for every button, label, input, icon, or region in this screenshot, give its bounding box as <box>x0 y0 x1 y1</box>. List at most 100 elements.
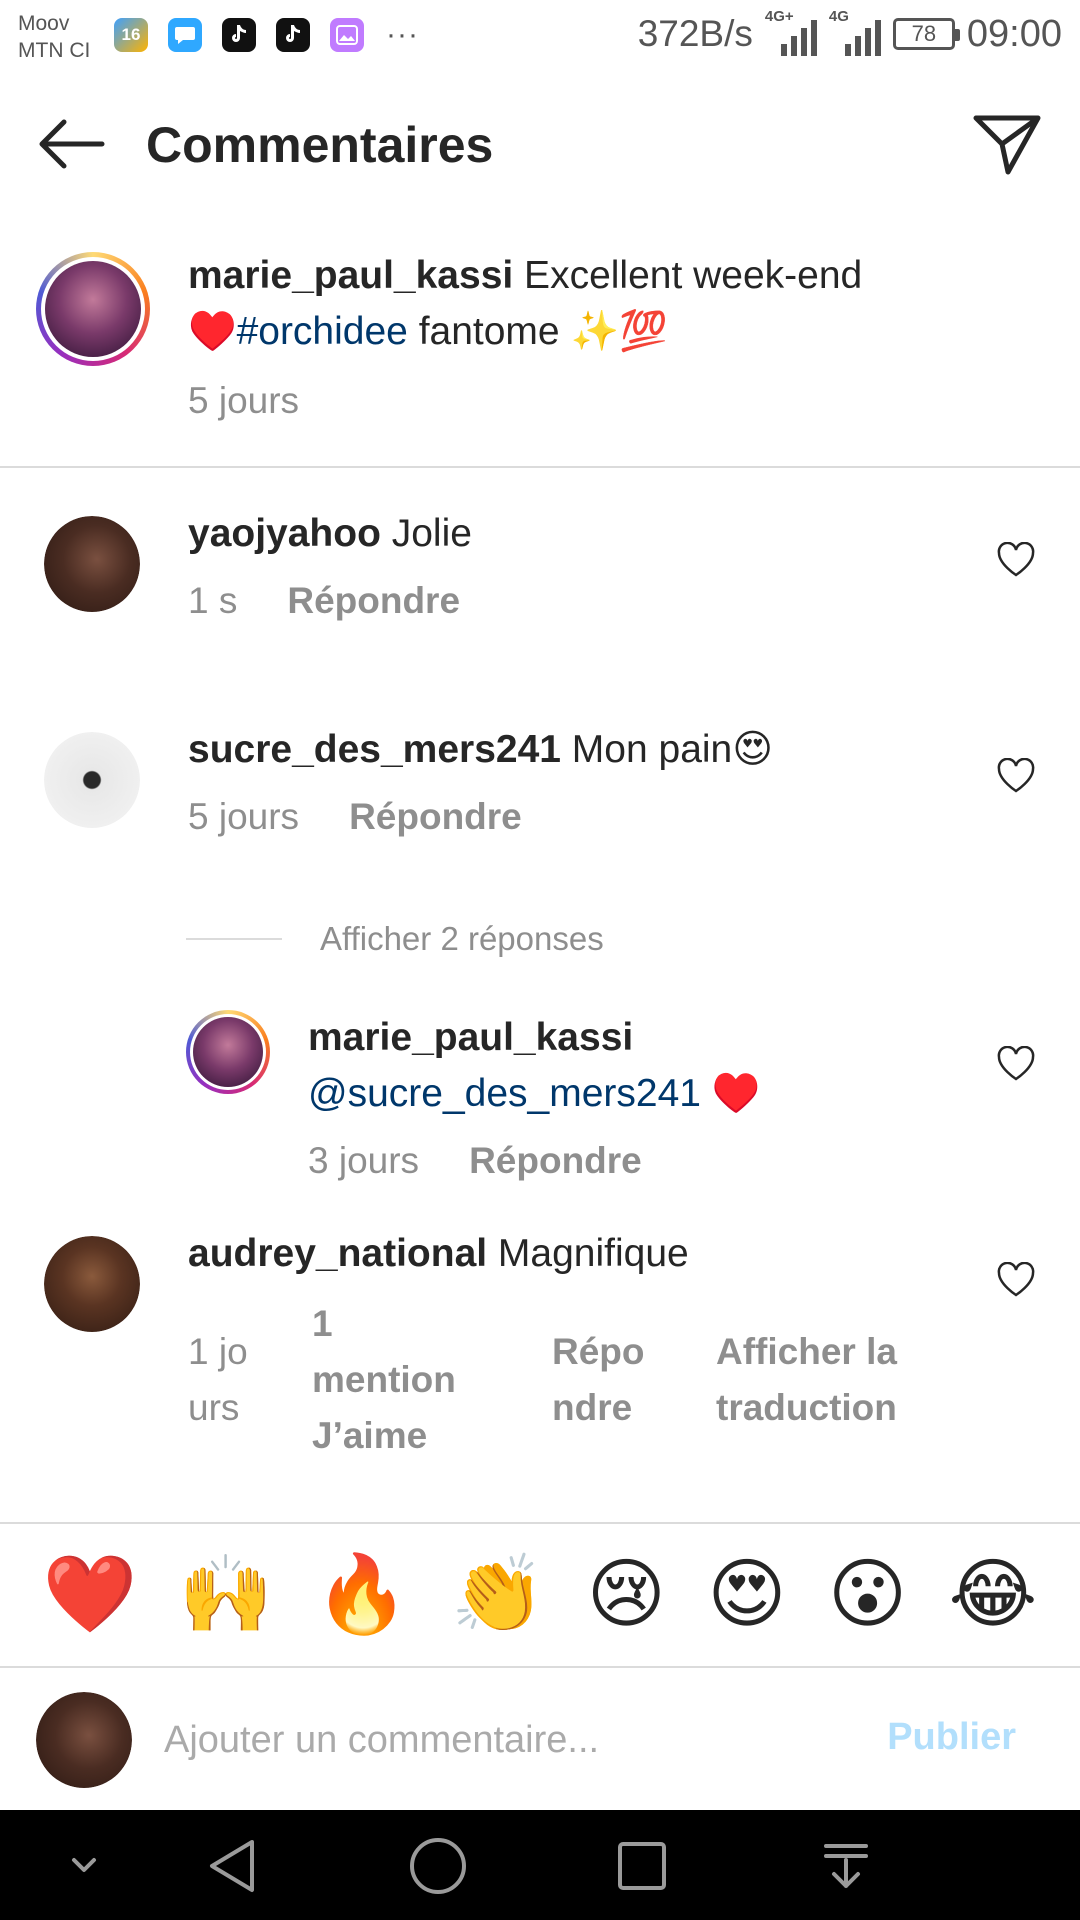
calendar-app-label: 16 <box>121 25 141 44</box>
divider <box>186 938 282 940</box>
share-button[interactable] <box>972 112 1042 176</box>
comment-time: 5 jours <box>188 796 300 837</box>
reply-username[interactable]: marie_paul_kassi <box>308 1016 633 1059</box>
view-replies-button[interactable]: Afficher 2 réponses <box>186 920 604 958</box>
quick-emoji-bar: ❤️ 🙌 🔥 👏 😢 😍 😮 😂 <box>0 1522 1080 1668</box>
comment-body: Jolie <box>380 512 472 555</box>
tiktok-app-icon-2 <box>276 18 310 52</box>
comment-text: audrey_national Magnifique <box>188 1226 689 1282</box>
heart-emoji: ♥️ <box>188 310 237 353</box>
comment-text: yaojyahoo Jolie <box>188 506 472 562</box>
comment-text: sucre_des_mers241 Mon pain😍 <box>188 722 773 778</box>
emoji-heart-eyes[interactable]: 😍 <box>707 1557 786 1633</box>
avatar[interactable] <box>44 1236 140 1332</box>
view-replies-label: Afficher 2 réponses <box>320 920 604 957</box>
emoji-clap[interactable]: 👏 <box>451 1557 546 1633</box>
status-right: 372B/s 4G+ 4G 78 09:00 <box>638 8 1062 56</box>
emoji-cry[interactable]: 😢 <box>587 1557 666 1633</box>
reply-text: marie_paul_kassi @sucre_des_mers241 ♥️ <box>308 1010 1008 1122</box>
caption-time: 5 jours <box>188 380 300 421</box>
comment-username[interactable]: sucre_des_mers241 <box>188 728 561 771</box>
battery-icon: 78 <box>892 18 960 50</box>
likes-count[interactable]: 1 mention J’aime <box>312 1296 472 1464</box>
circle-home-icon <box>410 1838 466 1894</box>
comment-input[interactable] <box>164 1710 864 1770</box>
calendar-app-icon: 16 <box>114 18 148 52</box>
emoji-heart[interactable]: ❤️ <box>43 1557 138 1633</box>
arrow-left-icon <box>39 119 105 169</box>
mention-link[interactable]: @sucre_des_mers241 <box>308 1072 701 1115</box>
message-app-icon <box>168 18 202 52</box>
caption-username[interactable]: marie_paul_kassi <box>188 254 513 297</box>
avatar[interactable] <box>44 732 140 828</box>
notification-icons: 16 ··· <box>114 18 419 52</box>
translate-button[interactable]: Afficher la traduction <box>716 1324 926 1436</box>
comment-meta: 1 jours 1 mention J’aime Répondre Affich… <box>188 1296 926 1464</box>
emoji-laughing[interactable]: 😂 <box>948 1557 1037 1633</box>
publish-button[interactable]: Publier <box>887 1716 1016 1759</box>
reply-button[interactable]: Répondre <box>349 796 522 838</box>
back-button[interactable] <box>36 118 108 170</box>
reply-time: 3 jours <box>308 1140 420 1181</box>
comment-composer: Publier <box>0 1670 1080 1810</box>
music-note-icon <box>232 25 246 42</box>
recents-nav-button[interactable] <box>610 1836 674 1896</box>
avatar[interactable] <box>36 252 150 366</box>
avatar[interactable] <box>44 516 140 612</box>
more-notifications-icon: ··· <box>386 18 419 51</box>
heart-outline-icon <box>997 541 1035 577</box>
avatar[interactable] <box>186 1010 270 1094</box>
like-button[interactable] <box>996 1045 1036 1082</box>
clock: 09:00 <box>966 12 1062 55</box>
triangle-back-icon <box>210 1840 254 1892</box>
caption-body-2: fantome ✨💯 <box>407 310 668 353</box>
comment-meta: 5 jours Répondre <box>188 796 522 838</box>
comment-time: 1 jours <box>188 1331 248 1428</box>
heart-outline-icon <box>997 1045 1035 1081</box>
paper-plane-icon <box>973 115 1041 175</box>
image-icon <box>336 25 358 45</box>
chevron-down-icon <box>72 1858 96 1872</box>
reply-button[interactable]: Répondre <box>469 1140 642 1182</box>
chat-bubble-icon <box>175 27 195 44</box>
battery-level: 78 <box>911 21 937 46</box>
caption-body: Excellent week-end <box>513 254 863 297</box>
reply-button[interactable]: Répondre <box>552 1324 656 1436</box>
comment-body: Magnifique <box>487 1232 689 1275</box>
comment-username[interactable]: audrey_national <box>188 1232 487 1275</box>
pull-down-icon <box>824 1844 868 1888</box>
signal-4g-plus-icon: 4G+ <box>765 8 817 56</box>
header: Commentaires <box>0 88 1080 198</box>
back-nav-button[interactable] <box>202 1836 266 1896</box>
system-nav-bar <box>0 1810 1080 1920</box>
caption-text: marie_paul_kassi Excellent week-end ♥️#o… <box>188 248 1038 360</box>
music-note-icon <box>286 25 300 42</box>
status-bar: Moov MTN CI 16 ··· 372B/s 4G+ 4G 78 09:0… <box>0 0 1080 72</box>
reply-button[interactable]: Répondre <box>287 580 460 622</box>
like-button[interactable] <box>996 757 1036 794</box>
page-title: Commentaires <box>146 117 494 173</box>
emoji-surprised[interactable]: 😮 <box>828 1557 907 1633</box>
carrier-2: MTN CI <box>18 39 91 62</box>
heart-outline-icon <box>997 1261 1035 1297</box>
notification-pull-button[interactable] <box>814 1836 878 1896</box>
comment-meta: 1 s Répondre <box>188 580 460 622</box>
collapse-button[interactable] <box>52 1836 116 1896</box>
square-recents-icon <box>618 1842 666 1890</box>
emoji-raised-hands[interactable]: 🙌 <box>179 1557 274 1633</box>
heart-outline-icon <box>997 757 1035 793</box>
avatar <box>36 1692 132 1788</box>
like-button[interactable] <box>996 1261 1036 1298</box>
like-button[interactable] <box>996 541 1036 578</box>
emoji-fire[interactable]: 🔥 <box>315 1557 410 1633</box>
reply-meta: 3 jours Répondre <box>308 1140 642 1182</box>
signal-4g-icon: 4G <box>829 8 881 56</box>
comment-username[interactable]: yaojyahoo <box>188 512 381 555</box>
gallery-app-icon <box>330 18 364 52</box>
carrier-1: Moov <box>18 12 70 35</box>
hashtag-link[interactable]: #orchidee <box>237 310 408 353</box>
home-nav-button[interactable] <box>406 1836 470 1896</box>
comment-time: 1 s <box>188 580 238 621</box>
post-caption: marie_paul_kassi Excellent week-end ♥️#o… <box>0 240 1080 468</box>
comment-body: Mon pain😍 <box>560 728 773 771</box>
